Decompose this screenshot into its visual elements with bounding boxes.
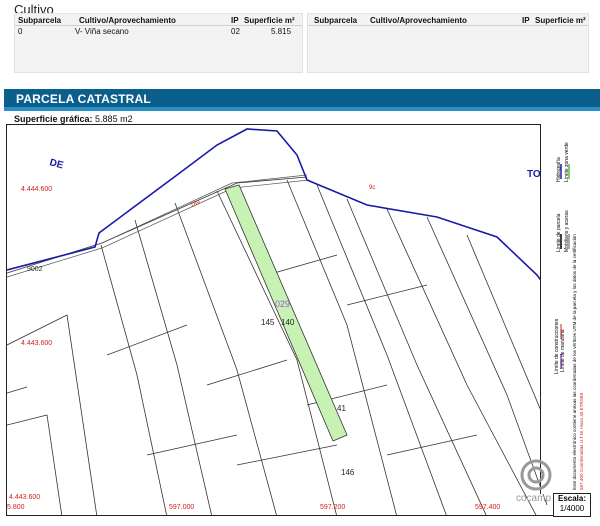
row-subparcela: 0 [18,27,23,36]
scale-box: Escala: 1/4000 [553,493,591,517]
row-ip: 02 [231,27,240,36]
map-canvas: DE TORR 4.444.600 4.443.600 4.443.600 5.… [7,128,556,515]
legend-coords: 597.400 Coordenadas U.T.M. Huso 30 ETRS8… [579,393,584,490]
table-divider [15,25,302,26]
coord-x597400: 597.400 [475,504,500,511]
scale-label: Escala: [557,494,587,503]
col-subparcela: Subparcela [314,16,358,25]
cultivo-table-left: Subparcela Cultivo/Aprovechamiento IP Su… [14,13,303,73]
superficie-value: 5.885 m2 [95,114,133,124]
road-label-9c: 9c [369,185,375,191]
legend-item-manzana: Límite de manzana [560,329,566,372]
river-boundary [7,128,553,296]
coord-n4443: 4.443.600 [21,340,52,347]
col-cultivo: Cultivo/Aprovechamiento [79,16,176,25]
label-de: DE [48,157,65,171]
legend-canvas: Límite de parcela Límite de construccion… [554,142,584,490]
cocamp-logo: cocamp [516,459,552,504]
cadastral-map[interactable]: DE TORR 4.444.600 4.443.600 4.443.600 5.… [6,124,590,516]
legend-item-parcela: Límite de parcela [556,213,562,252]
coord-x597000: 597.000 [169,504,194,511]
parcel-140: 140 [281,318,295,327]
scale-value: 1/4000 [559,504,585,513]
parcel-lines [7,176,548,515]
parcel-029: 029 [275,299,290,309]
cultivo-table-right: Subparcela Cultivo/Aprovechamiento IP Su… [307,13,589,73]
coord-x5c: 5.800 [7,504,25,511]
legend-note: Este documento electrónico contiene anex… [572,234,577,490]
coord-n4445: 4.443.600 [9,494,40,501]
highlighted-parcel [224,184,348,442]
legend-item-zona-verde: Límite zona verde [564,142,570,182]
legend-item-hidrografia: Hidrografía [556,157,562,182]
col-ip: IP [522,16,530,25]
row-cultivo: V- Viña secano [75,27,129,36]
superficie-grafica: Superficie gráfica: 5.885 m2 [14,114,133,124]
coord-x597200: 597.200 [320,504,345,511]
legend-item-mobiliario: Mobiliario y aceras [564,210,570,252]
col-ip: IP [231,16,239,25]
parcel-9002: 9002 [27,266,43,273]
map-legend: Límite de parcela Límite de construccion… [540,124,591,494]
parcel-41: 41 [337,404,346,413]
superficie-label: Superficie gráfica: [14,114,93,124]
col-superficie: Superficie m² [244,16,295,25]
col-cultivo: Cultivo/Aprovechamiento [370,16,467,25]
road-label-189: 189 [190,200,202,209]
row-superficie: 5.815 [271,27,292,36]
logo-text: cocamp [516,493,551,504]
parcela-header-accent [4,107,600,111]
parcela-title: PARCELA CATASTRAL [16,92,151,106]
parcel-145: 145 [261,318,275,327]
coord-n4444: 4.444.600 [21,186,52,193]
logo-ring [520,459,552,491]
table-divider [308,25,588,26]
logo-inner [527,466,545,484]
parcel-146: 146 [341,468,355,477]
col-superficie: Superficie m² [535,16,586,25]
col-subparcela: Subparcela [18,16,62,25]
